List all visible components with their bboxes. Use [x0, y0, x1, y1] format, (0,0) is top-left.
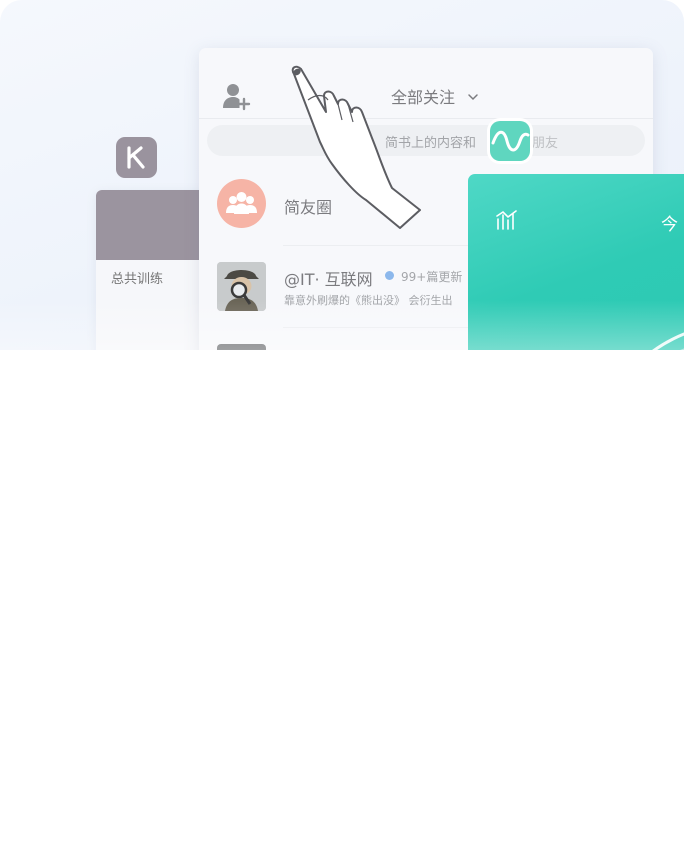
chevron-down-icon[interactable] [467, 88, 479, 101]
hero-illustration: 总共训练 全部关注 简书上的内容和 朋友 简友圈 @IT· 互联网 99+篇更新… [0, 0, 684, 350]
app-showcase: 总共训练 全部关注 简书上的内容和 朋友 简友圈 @IT· 互联网 99+篇更新… [0, 0, 684, 863]
wave-app-icon [490, 121, 530, 161]
friends-group-icon[interactable] [217, 179, 266, 228]
bar-chart-icon[interactable] [496, 210, 518, 230]
update-dot [385, 271, 394, 280]
add-user-icon[interactable] [221, 81, 251, 111]
pointing-hand-icon [280, 60, 430, 230]
blank-lower-area [0, 350, 684, 863]
update-count-badge: 99+篇更新 [401, 270, 463, 284]
it-internet-title[interactable]: @IT· 互联网 [284, 266, 373, 290]
stats-card-title: 今 [661, 215, 678, 235]
hero-fade [0, 300, 684, 350]
training-total-label: 总共训练 [111, 272, 164, 287]
k-app-icon [116, 137, 157, 178]
